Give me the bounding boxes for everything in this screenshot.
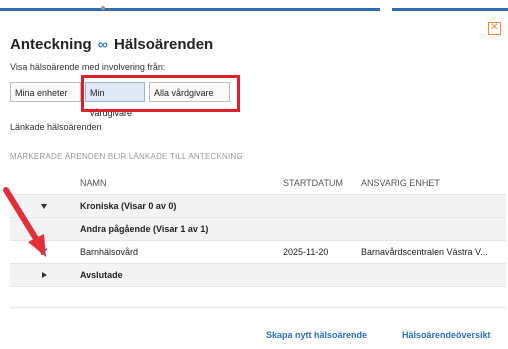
empty-row	[10, 287, 506, 308]
column-header-startdate[interactable]: STARTDATUM	[283, 172, 361, 194]
group-label: Kroniska (Visar 0 av 0)	[80, 201, 177, 211]
top-tab-bar	[0, 0, 508, 14]
create-case-link[interactable]: Skapa nytt hälsoärende	[266, 330, 367, 340]
group-label: Andra pågående (Visar 1 av 1)	[80, 224, 209, 234]
case-start-date: 2025-11-20	[283, 247, 329, 257]
tab-underline-left	[0, 8, 380, 11]
check-icon[interactable]: ✔	[10, 241, 78, 264]
table-header: NAMN STARTDATUM ANSVARIG ENHET	[10, 172, 506, 195]
highlight-box	[81, 75, 240, 112]
case-responsible-unit: Barnavårdscentralen Västra V...	[361, 247, 488, 257]
table-row[interactable]: ✔ Barnhälsovård 2025-11-20 Barnavårdscen…	[10, 241, 506, 264]
case-name: Barnhälsovård	[80, 247, 139, 257]
tab-marker	[101, 6, 105, 10]
dialog-title: Anteckning ∞ Hälsoärenden	[10, 36, 213, 53]
chevron-down-icon[interactable]	[10, 195, 78, 217]
cases-table: NAMN STARTDATUM ANSVARIG ENHET Kroniska …	[10, 172, 506, 308]
group-label: Avslutade	[80, 270, 123, 280]
chevron-right-icon[interactable]	[10, 264, 78, 286]
title-right: Hälsoärenden	[114, 36, 214, 53]
group-row-andra-pagaende[interactable]: Andra pågående (Visar 1 av 1)	[10, 218, 506, 241]
title-left: Anteckning	[10, 36, 92, 53]
filter-option-mina-enheter[interactable]: Mina enheter	[10, 82, 81, 102]
marked-note: MARKERADE ÄRENDEN BLIR LÄNKADE TILL ANTE…	[10, 152, 243, 161]
close-icon[interactable]: ✕	[488, 22, 501, 35]
case-overview-link[interactable]: Hälsoärendeöversikt	[402, 330, 491, 340]
group-row-kroniska[interactable]: Kroniska (Visar 0 av 0)	[10, 195, 506, 218]
linked-cases-label: Länkade hälsoärenden	[10, 122, 102, 132]
column-header-name[interactable]: NAMN	[80, 172, 280, 194]
group-row-avslutade[interactable]: Avslutade	[10, 264, 506, 287]
tab-underline-right	[392, 8, 508, 11]
infinity-link-icon: ∞	[97, 36, 108, 52]
column-header-unit[interactable]: ANSVARIG ENHET	[361, 172, 501, 194]
filter-label: Visa hälsoärende med involvering från:	[10, 62, 166, 72]
